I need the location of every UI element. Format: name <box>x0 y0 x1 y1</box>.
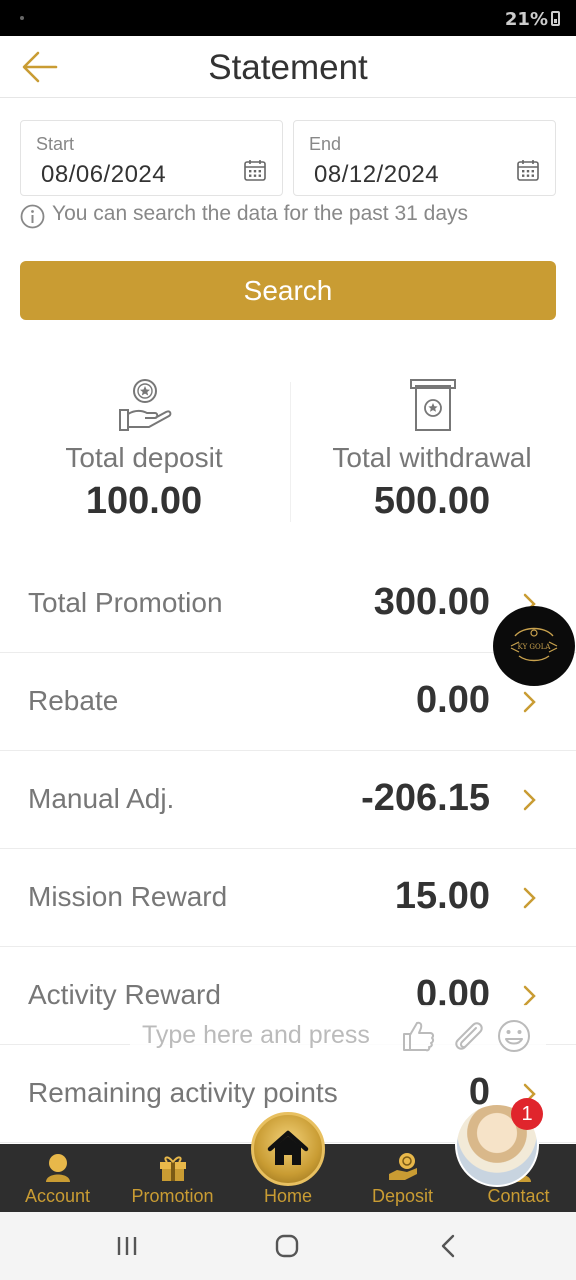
nav-home[interactable] <box>251 1112 325 1186</box>
info-icon <box>20 204 45 229</box>
withdrawal-slot-icon <box>410 379 456 431</box>
chevron-right-icon <box>523 789 536 811</box>
nav-label: Promotion <box>131 1186 214 1206</box>
row-label: Rebate <box>28 685 119 716</box>
start-date-label: Start <box>36 134 75 154</box>
floating-brand-logo[interactable]: KY GOLA <box>493 606 575 686</box>
deposit-hand-coin-icon <box>119 379 172 431</box>
chat-input[interactable]: Type here and press <box>130 1005 546 1068</box>
nav-account[interactable]: Account <box>0 1144 115 1212</box>
row-value: 300.00 <box>373 581 490 623</box>
nav-label: Contact <box>487 1186 550 1206</box>
total-deposit-value: 100.00 <box>85 480 203 522</box>
calendar-icon <box>244 160 266 181</box>
nav-label-home: Home <box>263 1186 312 1206</box>
chat-input-placeholder: Type here and press <box>142 1021 370 1049</box>
row-mission-reward[interactable]: Mission Reward 15.00 <box>0 849 576 947</box>
recent-apps-icon[interactable] <box>112 1232 142 1260</box>
row-label: Manual Adj. <box>28 783 175 814</box>
thumbs-up-icon[interactable] <box>400 1018 436 1054</box>
total-withdrawal-value: 500.00 <box>373 480 491 522</box>
row-total-promotion[interactable]: Total Promotion 300.00 <box>0 555 576 653</box>
end-date-value: 08/12/2024 <box>314 161 440 188</box>
row-value: 15.00 <box>394 875 490 917</box>
start-date-value: 08/06/2024 <box>41 161 167 188</box>
chevron-right-icon <box>523 887 536 909</box>
home-system-icon[interactable] <box>272 1232 302 1260</box>
row-label: Remaining activity points <box>28 1077 338 1108</box>
row-manual-adj[interactable]: Manual Adj. -206.15 <box>0 751 576 849</box>
row-value: 0.00 <box>416 679 490 721</box>
system-nav-bar <box>0 1212 576 1280</box>
row-label: Total Promotion <box>28 587 223 618</box>
paperclip-icon[interactable] <box>450 1018 486 1054</box>
page-title: Statement <box>208 48 368 87</box>
brand-logo-text: KY GOLA <box>517 643 551 651</box>
account-icon <box>46 1154 70 1182</box>
unread-badge: 1 <box>511 1098 543 1130</box>
battery-icon <box>551 11 560 26</box>
totals-summary: Total deposit 100.00 Total withdrawal 50… <box>0 370 576 530</box>
chevron-right-icon <box>523 691 536 713</box>
nav-label: Deposit <box>371 1186 434 1206</box>
home-icon <box>267 1130 309 1165</box>
end-date-picker[interactable]: End 08/12/2024 <box>293 120 556 196</box>
total-withdrawal: Total withdrawal 500.00 <box>288 370 576 530</box>
gift-icon <box>160 1156 186 1181</box>
nav-promotion[interactable]: Promotion <box>115 1144 230 1212</box>
battery-percentage: 21% <box>504 9 548 30</box>
start-date-picker[interactable]: Start 08/06/2024 <box>20 120 283 196</box>
row-value: -206.15 <box>361 777 490 819</box>
nav-deposit[interactable]: Deposit <box>345 1144 460 1212</box>
notification-dot <box>20 16 24 20</box>
emoji-icon[interactable] <box>496 1018 532 1054</box>
hint-text: You can search the data for the past 31 … <box>52 202 469 225</box>
status-bar: 21% <box>0 0 576 36</box>
total-withdrawal-label: Total withdrawal <box>332 442 532 473</box>
header: Statement <box>0 36 576 98</box>
row-label: Mission Reward <box>28 881 228 912</box>
back-system-icon[interactable] <box>434 1232 464 1260</box>
calendar-icon <box>517 160 539 181</box>
nav-label: Account <box>24 1186 91 1206</box>
row-rebate[interactable]: Rebate 0.00 <box>0 653 576 751</box>
search-button[interactable]: Search <box>20 261 556 320</box>
deposit-icon <box>389 1153 417 1180</box>
end-date-label: End <box>309 134 342 154</box>
total-deposit-label: Total deposit <box>65 442 223 473</box>
total-deposit: Total deposit 100.00 <box>0 370 288 530</box>
